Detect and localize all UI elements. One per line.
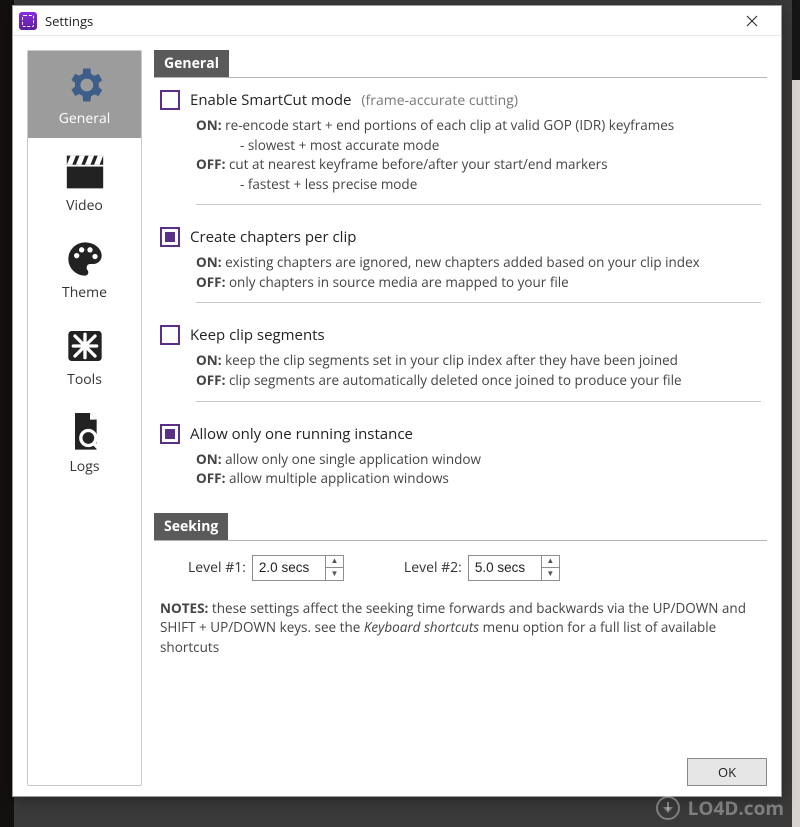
option-title: Allow only one running instance xyxy=(190,424,413,444)
on-prefix: ON: xyxy=(196,351,222,369)
option-subtitle: (frame-accurate cutting) xyxy=(361,91,518,110)
level2-label: Level #2: xyxy=(404,558,462,577)
sidebar-item-general[interactable]: General xyxy=(28,51,141,138)
option-title: Enable SmartCut mode (frame-accurate cut… xyxy=(190,90,518,110)
off-prefix: OFF: xyxy=(196,155,225,173)
checkbox-keep-segments[interactable] xyxy=(160,325,180,345)
watermark: LO4D.com xyxy=(656,795,784,821)
ok-button[interactable]: OK xyxy=(687,758,767,786)
option-label: Enable SmartCut mode xyxy=(190,90,351,110)
on-prefix: ON: xyxy=(196,253,222,271)
seeking-notes: NOTES: these settings affect the seeking… xyxy=(160,599,761,658)
checkbox-chapters[interactable] xyxy=(160,227,180,247)
level2-spinbox[interactable]: ▲ ▼ xyxy=(468,555,560,581)
option-keep-segments: Keep clip segments ON: keep the clip seg… xyxy=(154,313,767,411)
option-label: Allow only one running instance xyxy=(190,424,413,444)
titlebar: Settings xyxy=(13,6,781,36)
on-text: re-encode start + end portions of each c… xyxy=(225,116,674,134)
off-text: allow multiple application windows xyxy=(229,469,449,487)
close-button[interactable] xyxy=(729,6,775,36)
option-title: Create chapters per clip xyxy=(190,227,356,247)
sidebar-item-label: Theme xyxy=(62,283,107,302)
main-panel: General Enable SmartCut mode (frame-accu… xyxy=(154,50,767,786)
off-prefix: OFF: xyxy=(196,469,225,487)
file-search-icon xyxy=(61,413,109,453)
checkbox-single-instance[interactable] xyxy=(160,424,180,444)
on-sub: - slowest + most accurate mode xyxy=(240,136,761,156)
option-chapters: Create chapters per clip ON: existing ch… xyxy=(154,215,767,313)
notes-prefix: NOTES: xyxy=(160,599,208,617)
spin-up-icon[interactable]: ▲ xyxy=(542,556,559,569)
level1-spinbox[interactable]: ▲ ▼ xyxy=(252,555,344,581)
close-icon xyxy=(746,15,758,27)
settings-dialog: Settings General xyxy=(12,5,782,797)
level2-input[interactable] xyxy=(469,556,541,580)
window-title: Settings xyxy=(45,12,93,30)
download-icon xyxy=(656,796,680,820)
spin-down-icon[interactable]: ▼ xyxy=(326,568,343,580)
sidebar-item-tools[interactable]: Tools xyxy=(28,312,141,399)
on-text: allow only one single application window xyxy=(225,450,481,468)
option-label: Keep clip segments xyxy=(190,325,325,345)
option-title: Keep clip segments xyxy=(190,325,325,345)
level1-label: Level #1: xyxy=(188,558,246,577)
sidebar-item-logs[interactable]: Logs xyxy=(28,399,141,486)
on-text: existing chapters are ignored, new chapt… xyxy=(225,253,700,271)
off-sub: - fastest + less precise mode xyxy=(240,175,761,195)
seek-level-2: Level #2: ▲ ▼ xyxy=(404,555,560,581)
palette-icon xyxy=(61,239,109,279)
option-label: Create chapters per clip xyxy=(190,227,356,247)
off-prefix: OFF: xyxy=(196,273,225,291)
off-text: clip segments are automatically deleted … xyxy=(229,371,682,389)
section-header-seeking: Seeking xyxy=(154,513,228,540)
sidebar-item-label: Logs xyxy=(69,457,99,476)
on-text: keep the clip segments set in your clip … xyxy=(225,351,678,369)
gear-icon xyxy=(61,65,109,105)
seek-level-1: Level #1: ▲ ▼ xyxy=(188,555,344,581)
sidebar-item-label: Tools xyxy=(67,370,102,389)
clapperboard-icon xyxy=(61,152,109,192)
section-header-general: General xyxy=(154,50,229,77)
off-prefix: OFF: xyxy=(196,371,225,389)
watermark-text: LO4D.com xyxy=(688,795,784,821)
sidebar-item-label: General xyxy=(59,109,111,128)
notes-italic: Keyboard shortcuts xyxy=(364,618,479,636)
spin-down-icon[interactable]: ▼ xyxy=(542,568,559,580)
off-text: only chapters in source media are mapped… xyxy=(229,273,569,291)
tools-icon xyxy=(61,326,109,366)
on-prefix: ON: xyxy=(196,116,222,134)
app-icon xyxy=(19,12,37,30)
sidebar-item-label: Video xyxy=(66,196,103,215)
sidebar-item-theme[interactable]: Theme xyxy=(28,225,141,312)
sidebar-item-video[interactable]: Video xyxy=(28,138,141,225)
spin-up-icon[interactable]: ▲ xyxy=(326,556,343,569)
option-single-instance: Allow only one running instance ON: allo… xyxy=(154,412,767,499)
on-prefix: ON: xyxy=(196,450,222,468)
level1-input[interactable] xyxy=(253,556,325,580)
checkbox-smartcut[interactable] xyxy=(160,90,180,110)
off-text: cut at nearest keyframe before/after you… xyxy=(229,155,608,173)
sidebar: General xyxy=(27,50,142,786)
option-smartcut: Enable SmartCut mode (frame-accurate cut… xyxy=(154,78,767,215)
